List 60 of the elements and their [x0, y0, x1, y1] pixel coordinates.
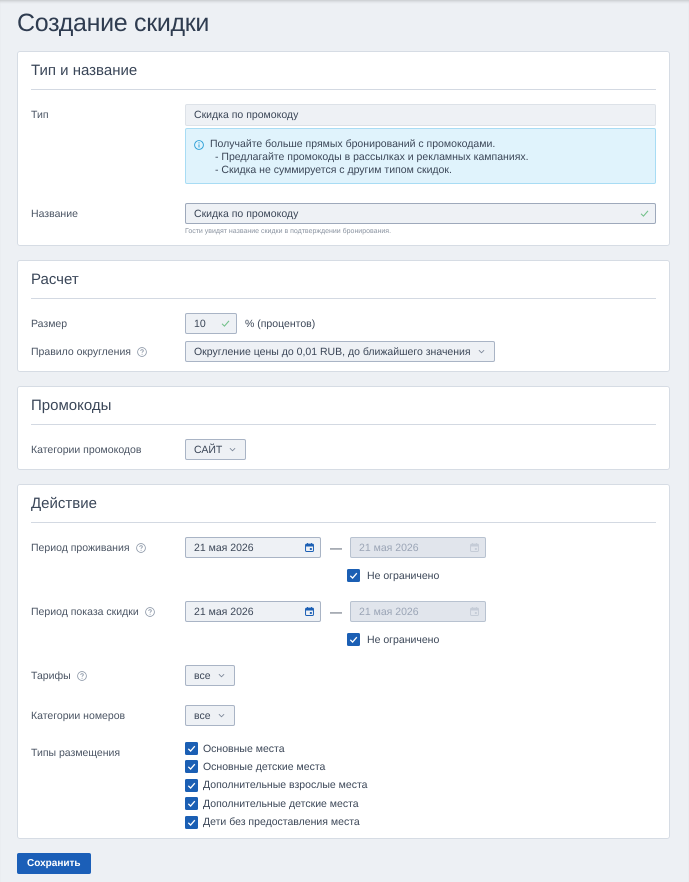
- unit-label: % (процентов): [245, 318, 316, 330]
- field-label: Правило округления: [31, 346, 131, 358]
- caret-icon: [478, 349, 485, 354]
- checkbox[interactable]: [347, 633, 360, 646]
- dropdown[interactable]: САЙТ: [185, 439, 246, 460]
- dropdown[interactable]: все: [185, 665, 235, 686]
- help-icon[interactable]: [137, 346, 147, 356]
- help-icon[interactable]: [136, 542, 146, 552]
- caret-icon: [229, 447, 236, 452]
- checkbox[interactable]: [185, 760, 198, 774]
- checkbox[interactable]: [185, 742, 198, 755]
- info-text: Получайте больше прямых бронирований с промокодами.: [210, 138, 496, 151]
- checkbox[interactable]: [185, 778, 198, 792]
- page-title: Создание скидки: [17, 8, 210, 39]
- date-field[interactable]: 21 мая 2026: [185, 601, 321, 622]
- number-field[interactable]: 10: [185, 313, 237, 334]
- field-label: Категории промокодов: [31, 444, 142, 456]
- field-label: Период проживания: [31, 542, 130, 554]
- caret-icon: [218, 713, 225, 718]
- field-label: Период показа скидки: [31, 606, 139, 618]
- dropdown[interactable]: Округление цены до 0,01 RUB, до ближайшего значения: [185, 341, 495, 362]
- section-title: Тип и название: [31, 62, 138, 79]
- section-title: Промокоды: [31, 397, 112, 414]
- checkbox-label[interactable]: Основные места: [203, 742, 285, 754]
- text-field[interactable]: Скидка по промокоду: [185, 203, 656, 224]
- range-dash: —: [330, 604, 342, 618]
- checkbox[interactable]: [347, 569, 360, 582]
- checkbox-label[interactable]: Основные детские места: [203, 760, 326, 773]
- calendar-icon: [305, 607, 314, 616]
- save-button[interactable]: Сохранить: [17, 852, 91, 874]
- section-title: Расчет: [31, 271, 79, 288]
- calendar-icon: [305, 543, 314, 552]
- checkbox[interactable]: [185, 797, 198, 810]
- field-label: Тип: [31, 108, 49, 120]
- checkbox-label[interactable]: Не ограничено: [367, 570, 440, 582]
- range-dash: —: [330, 540, 342, 554]
- date-field: 21 мая 2026: [350, 601, 486, 622]
- caret-icon: [218, 673, 225, 678]
- readonly-field: Скидка по промокоду: [185, 104, 656, 126]
- checkbox[interactable]: [185, 816, 198, 829]
- field-label: Размер: [31, 318, 68, 330]
- checkbox-label[interactable]: Дети без предоставления места: [203, 816, 360, 828]
- info-icon: [194, 140, 204, 150]
- date-field: 21 мая 2026: [350, 537, 486, 558]
- help-icon[interactable]: [144, 606, 155, 616]
- field-label: Типы размещения: [31, 747, 120, 759]
- calendar-icon: [470, 543, 479, 552]
- checkbox-label[interactable]: Дополнительные детские места: [203, 798, 359, 810]
- checkbox-label[interactable]: Дополнительные взрослые места: [203, 779, 368, 792]
- field-label: Тарифы: [31, 670, 71, 682]
- info-text: - Скидка не суммируется с другим типом скидок.: [215, 164, 452, 177]
- field-label: Категории номеров: [31, 710, 126, 722]
- section-title: Действие: [31, 495, 97, 512]
- field-label: Название: [31, 208, 78, 220]
- date-field[interactable]: 21 мая 2026: [185, 537, 321, 558]
- checkbox-label[interactable]: Не ограничено: [367, 634, 440, 646]
- calendar-icon: [470, 607, 479, 616]
- info-text: - Предлагайте промокоды в рассылках и рекламных кампаниях.: [215, 151, 529, 164]
- dropdown[interactable]: все: [185, 705, 235, 726]
- help-icon[interactable]: [76, 670, 87, 680]
